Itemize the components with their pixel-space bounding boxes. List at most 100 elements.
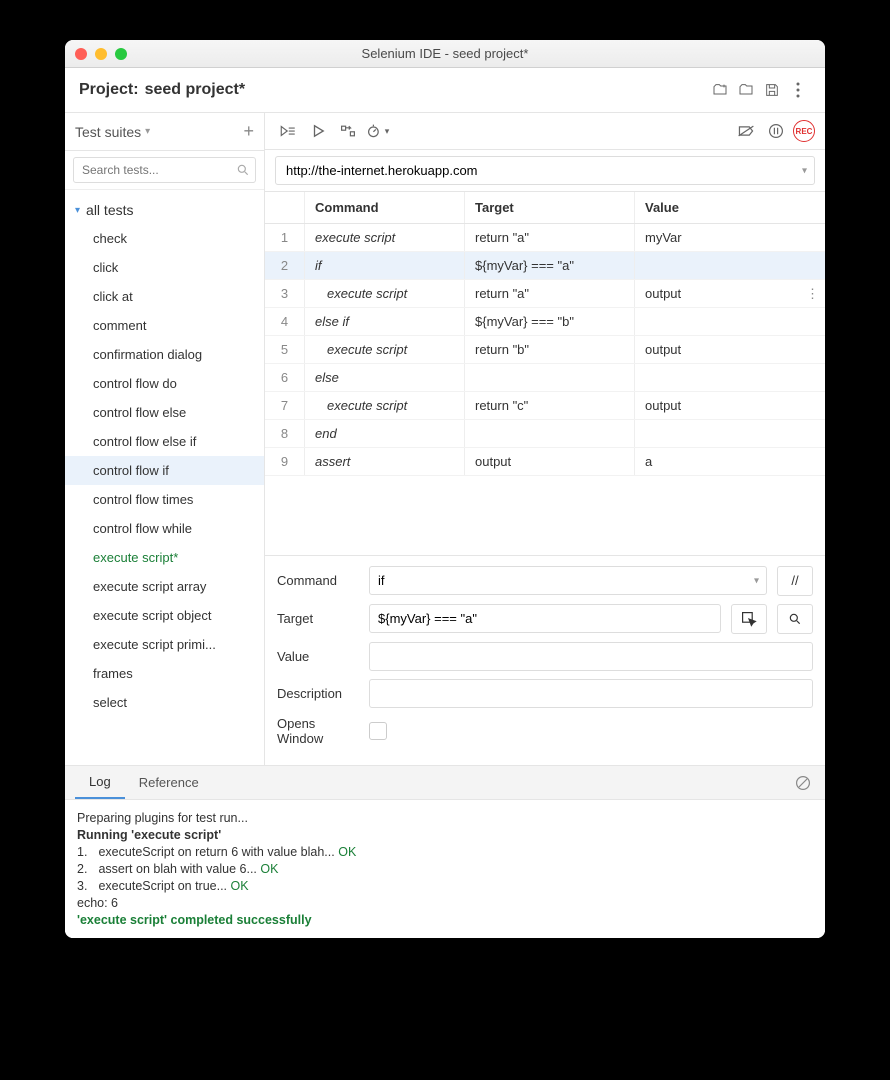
- row-number: 1: [265, 224, 305, 251]
- editor-target-input[interactable]: [369, 604, 721, 633]
- row-command: execute script: [305, 336, 465, 363]
- row-value: myVar: [635, 224, 825, 251]
- tree-item[interactable]: select: [65, 688, 264, 717]
- search-icon: [236, 163, 250, 177]
- row-command: else: [305, 364, 465, 391]
- add-suite-button[interactable]: +: [243, 121, 254, 142]
- save-project-button[interactable]: [759, 78, 785, 102]
- grid-header: Command Target Value: [265, 192, 825, 224]
- log-line: 'execute script' completed successfully: [77, 913, 813, 927]
- tree-item[interactable]: execute script array: [65, 572, 264, 601]
- tree-group-label: all tests: [86, 202, 133, 218]
- select-element-button[interactable]: [731, 604, 767, 634]
- tree-item[interactable]: comment: [65, 311, 264, 340]
- row-target: [465, 420, 635, 447]
- main-panel: ▾ REC ▾ Command: [265, 113, 825, 765]
- test-toolbar: ▾ REC: [265, 113, 825, 150]
- log-line: 3. executeScript on true... OK: [77, 879, 813, 893]
- tree-item[interactable]: click: [65, 253, 264, 282]
- tree-item[interactable]: control flow do: [65, 369, 264, 398]
- tree-item[interactable]: check: [65, 224, 264, 253]
- toggle-comment-button[interactable]: //: [777, 566, 813, 596]
- tree-item[interactable]: control flow while: [65, 514, 264, 543]
- app-window: Selenium IDE - seed project* Project: se…: [65, 40, 825, 938]
- editor-target-label: Target: [277, 611, 359, 626]
- row-target: ${myVar} === "b": [465, 308, 635, 335]
- row-target: output: [465, 448, 635, 475]
- tree-item[interactable]: control flow times: [65, 485, 264, 514]
- row-target: ${myVar} === "a": [465, 252, 635, 279]
- row-number: 4: [265, 308, 305, 335]
- row-value: [635, 308, 825, 335]
- row-command: execute script: [305, 280, 465, 307]
- chevron-down-icon[interactable]: ▾: [145, 126, 150, 137]
- tree-item[interactable]: execute script*: [65, 543, 264, 572]
- disable-breakpoints-button[interactable]: [733, 119, 759, 143]
- editor-value-input[interactable]: [369, 642, 813, 671]
- grid-row[interactable]: 3execute scriptreturn "a"output⋮: [265, 280, 825, 308]
- tree-item[interactable]: control flow else: [65, 398, 264, 427]
- log-line: Running 'execute script': [77, 828, 813, 842]
- bottom-panel: Log Reference Preparing plugins for test…: [65, 765, 825, 938]
- sidebar-header: Test suites ▾ +: [65, 113, 264, 151]
- grid-row[interactable]: 5execute scriptreturn "b"output: [265, 336, 825, 364]
- editor-command-select[interactable]: [369, 566, 767, 595]
- tree-item[interactable]: confirmation dialog: [65, 340, 264, 369]
- tree-item[interactable]: click at: [65, 282, 264, 311]
- run-button[interactable]: [305, 119, 331, 143]
- open-project-button[interactable]: [733, 78, 759, 102]
- tree-item[interactable]: execute script object: [65, 601, 264, 630]
- tree-item[interactable]: control flow else if: [65, 427, 264, 456]
- column-value: Value: [635, 192, 825, 223]
- row-number: 3: [265, 280, 305, 307]
- row-command: end: [305, 420, 465, 447]
- row-value: [635, 252, 825, 279]
- base-url-input[interactable]: [275, 156, 815, 185]
- row-target: return "a": [465, 280, 635, 307]
- log-line: 2. assert on blah with value 6... OK: [77, 862, 813, 876]
- row-number: 2: [265, 252, 305, 279]
- log-output: Preparing plugins for test run... Runnin…: [65, 800, 825, 938]
- row-number: 5: [265, 336, 305, 363]
- run-all-button[interactable]: [275, 119, 301, 143]
- editor-description-label: Description: [277, 686, 359, 701]
- record-button[interactable]: REC: [793, 120, 815, 142]
- opens-window-checkbox[interactable]: [369, 722, 387, 740]
- row-target: return "c": [465, 392, 635, 419]
- tree-item[interactable]: execute script primi...: [65, 630, 264, 659]
- command-grid: Command Target Value 1execute scriptretu…: [265, 192, 825, 555]
- tree-group-all-tests[interactable]: ▾ all tests: [65, 196, 264, 224]
- tree-item[interactable]: control flow if: [65, 456, 264, 485]
- project-label: Project:: [79, 81, 139, 99]
- grid-row[interactable]: 1execute scriptreturn "a"myVar: [265, 224, 825, 252]
- grid-row[interactable]: 6else: [265, 364, 825, 392]
- grid-row[interactable]: 9assertoutputa: [265, 448, 825, 476]
- row-command: if: [305, 252, 465, 279]
- column-target: Target: [465, 192, 635, 223]
- grid-row[interactable]: 4else if${myVar} === "b": [265, 308, 825, 336]
- row-value: output: [635, 392, 825, 419]
- sidebar: Test suites ▾ + ▾ all tests checkclickcl…: [65, 113, 265, 765]
- step-button[interactable]: [335, 119, 361, 143]
- pause-button[interactable]: [763, 119, 789, 143]
- row-menu-button[interactable]: ⋮: [806, 286, 819, 302]
- editor-description-input[interactable]: [369, 679, 813, 708]
- grid-row[interactable]: 7execute scriptreturn "c"output: [265, 392, 825, 420]
- row-value: output: [635, 336, 825, 363]
- project-header: Project: seed project*: [65, 68, 825, 113]
- clear-log-button[interactable]: [791, 771, 815, 795]
- tab-reference[interactable]: Reference: [125, 767, 213, 798]
- speed-button[interactable]: ▾: [365, 119, 391, 143]
- tab-log[interactable]: Log: [75, 766, 125, 799]
- sidebar-header-label[interactable]: Test suites: [75, 124, 141, 140]
- row-number: 6: [265, 364, 305, 391]
- find-target-button[interactable]: [777, 604, 813, 634]
- more-menu-button[interactable]: [785, 78, 811, 102]
- search-input[interactable]: [73, 157, 256, 183]
- editor-command-label: Command: [277, 573, 359, 588]
- grid-row[interactable]: 8end: [265, 420, 825, 448]
- row-target: return "b": [465, 336, 635, 363]
- grid-row[interactable]: 2if${myVar} === "a": [265, 252, 825, 280]
- new-project-button[interactable]: [707, 78, 733, 102]
- tree-item[interactable]: frames: [65, 659, 264, 688]
